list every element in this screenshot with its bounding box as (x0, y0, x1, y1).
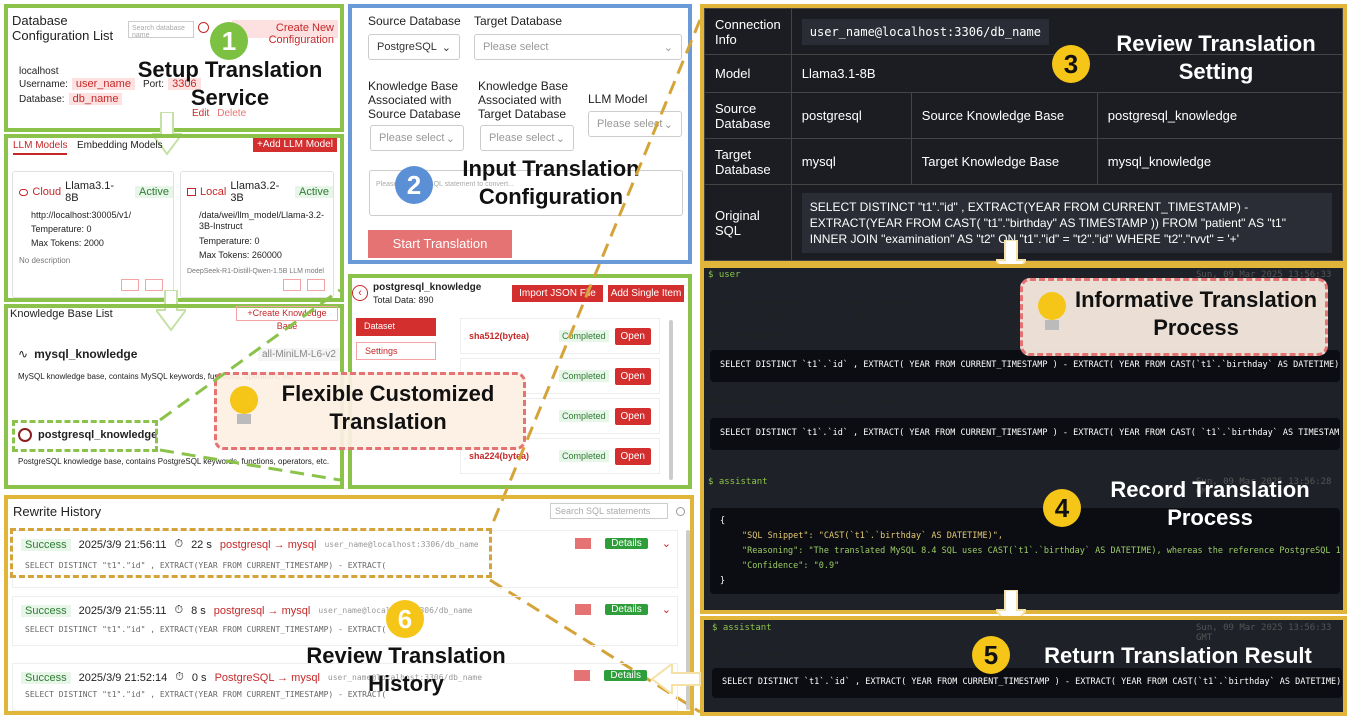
trash-icon[interactable] (574, 670, 591, 681)
result-sql: SELECT DISTINCT `t1`.`id` , EXTRACT( YEA… (722, 677, 1342, 687)
json-close: } (720, 576, 726, 586)
history-route: postgresql → mysql (213, 604, 311, 617)
record-caption: Record Translation Process (1110, 477, 1310, 530)
status-badge: Success (21, 671, 71, 684)
step-5-badge: 5 (972, 636, 1010, 674)
tgt-kb-value: mysql_knowledge (1096, 138, 1344, 185)
trash-icon[interactable] (575, 604, 592, 615)
history-caption: Review Translation History (306, 643, 506, 696)
src-kb-label: Source Knowledge Base (910, 92, 1098, 139)
sql-cell: SELECT DISTINCT "t1"."id" , EXTRACT(YEAR… (790, 184, 1344, 261)
tgt-kb-label: Target Knowledge Base (910, 138, 1098, 185)
reference-label: The reference PostgreSQL 14.7 SQL is: (708, 397, 898, 407)
translated-sql: SELECT DISTINCT `t1`.`id` , EXTRACT( YEA… (720, 360, 1340, 370)
result-sql-block: SELECT DISTINCT `t1`.`id` , EXTRACT( YEA… (712, 668, 1342, 698)
src-kb-value: postgresql_knowledge (1096, 92, 1344, 139)
informative-caption: Informative Translation Process (1074, 287, 1318, 340)
tgt-db-value: mysql (790, 138, 912, 185)
result-timestamp: Sun, 09 Mar 2025 13:56:33 GMT (1196, 623, 1332, 643)
history-duration: 0 s (191, 671, 207, 684)
history-date: 2025/3/9 21:55:11 (78, 604, 167, 617)
tgt-db-label: Target Database (704, 138, 792, 185)
status-badge: Success (21, 604, 71, 617)
sql-label: Original SQL (704, 184, 792, 261)
review-caption: Review Translation Setting (1116, 31, 1316, 84)
trash-icon[interactable] (575, 538, 592, 549)
clock-icon: ⏱ (175, 671, 184, 683)
history-title: Rewrite History (13, 504, 102, 519)
json-snippet: "SQL Snippet": "CAST(`t1`.`birthday` AS … (742, 531, 1003, 541)
src-db-value: postgresql (790, 92, 912, 139)
json-confidence: "Confidence": "0.9" (742, 561, 840, 571)
reference-sql-block: SELECT DISTINCT `t1`.`id` , EXTRACT( YEA… (710, 418, 1340, 450)
history-row[interactable]: Success 2025/3/9 21:55:11 ⏱ 8 s postgres… (12, 596, 678, 646)
details-button[interactable]: Details (605, 538, 648, 549)
original-sql: SELECT DISTINCT "t1"."id" , EXTRACT(YEAR… (801, 192, 1332, 253)
json-reasoning: "Reasoning": "The translated MySQL 8.4 S… (742, 546, 1340, 556)
clock-icon: ⏱ (174, 604, 184, 616)
chevron-down-icon[interactable]: ⌄ (662, 537, 671, 550)
step-3-badge: 3 (1052, 45, 1090, 83)
reference-sql: SELECT DISTINCT `t1`.`id` , EXTRACT( YEA… (720, 428, 1340, 438)
highlight-history-row (10, 528, 492, 578)
step-6-badge: 6 (386, 600, 424, 638)
src-db-label: Source Database (704, 92, 792, 139)
details-button[interactable]: Details (604, 670, 647, 681)
user-prompt: $ user (708, 270, 741, 280)
search-icon[interactable] (676, 507, 685, 516)
left-arrow-icon (650, 664, 701, 694)
conn-label: Connection Info (704, 8, 792, 55)
details-button[interactable]: Details (605, 604, 648, 615)
lightbulb-icon (1038, 292, 1066, 332)
step-4-badge: 4 (1043, 489, 1081, 527)
conn-value: user_name@localhost:3306/db_name (801, 19, 1049, 45)
assistant-prompt: $ assistant (708, 477, 768, 487)
model-label: Model (704, 54, 792, 93)
result-assistant: $ assistant (712, 623, 772, 633)
history-sql: SELECT DISTINCT "t1"."id" , EXTRACT(YEAR… (25, 625, 385, 634)
result-caption: Return Translation Result (1044, 643, 1312, 668)
history-search-input[interactable]: Search SQL statements (550, 503, 668, 519)
chevron-down-icon[interactable]: ⌄ (662, 603, 671, 616)
translated-label: The translated MySQL 8.4 SQL is: (708, 331, 872, 341)
result-label: The translated SQL is: (712, 651, 832, 661)
history-duration: 8 s (191, 604, 206, 617)
history-date: 2025/3/9 21:52:14 (78, 671, 168, 684)
